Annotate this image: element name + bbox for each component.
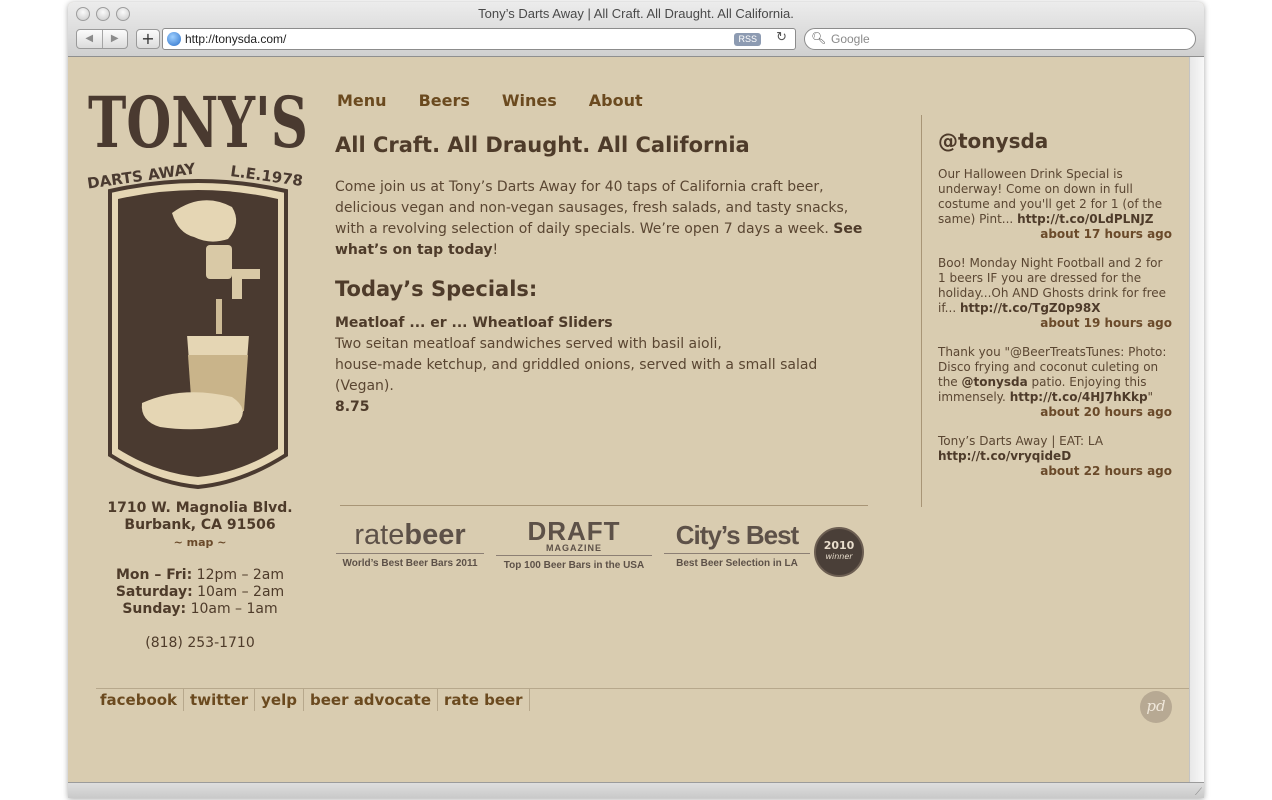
main-content: All Craft. All Draught. All California C… [335,133,865,418]
content-divider [340,505,868,506]
footer-link-facebook[interactable]: facebook [98,689,185,711]
column-divider [921,115,922,507]
hours-row: Mon – Fri: 12pm – 2am [82,567,318,584]
nav-wines[interactable]: Wines [502,91,557,110]
winner-2010-badge: 2010 winner [814,527,864,577]
hours-day: Saturday: [115,584,193,600]
hours-row: Saturday: 10am – 2am [82,584,318,601]
intro-text: Come join us at Tony’s Darts Away for 40… [335,179,849,237]
tweet: Our Halloween Drink Special is underway!… [938,167,1172,242]
specials-heading: Today’s Specials: [335,277,538,301]
special-description-2: house-made ketchup, and griddled onions,… [335,357,818,394]
hours-day: Mon – Fri: [115,567,193,583]
tweet-text: Tony’s Darts Away | EAT: LA [938,434,1104,448]
logo-name: TONY'S [88,81,308,164]
ratebeer-logo-rate: rate [354,519,405,551]
history-buttons: ◀ ▶ [76,29,128,49]
designer-logo-icon[interactable]: pd [1140,691,1172,723]
nav-beers[interactable]: Beers [419,91,470,110]
hours-time: 10am – 2am [197,584,285,600]
search-input[interactable]: Google [831,32,870,46]
on-tap-suffix: ! [492,242,499,258]
hours-row: Sunday: 10am – 1am [82,601,318,618]
vertical-scrollbar[interactable] [1189,57,1204,782]
browser-window: Tony’s Darts Away | All Craft. All Draug… [68,2,1204,798]
phone-number[interactable]: (818) 253-1710 [82,635,318,651]
globe-icon [167,32,181,46]
citysbest-award[interactable]: City’s Best Best Beer Selection in LA [664,519,810,569]
window-title: Tony’s Darts Away | All Craft. All Draug… [478,6,794,21]
citysbest-caption: Best Beer Selection in LA [676,558,798,569]
hours-day: Sunday: [122,601,187,617]
tweet-link[interactable]: http://t.co/4HJ7hKkp [1010,390,1148,404]
holding-hand-icon [141,392,243,430]
footer-link-yelp[interactable]: yelp [255,689,304,711]
footer-links: facebook twitter yelp beer advocate rate… [98,689,530,711]
web-page: TONY'S DARTS AWAY L.E.1978 1710 W. Magno… [68,57,1189,782]
tweet-time[interactable]: about 22 hours ago [938,464,1172,479]
ratebeer-caption: World’s Best Beer Bars 2011 [342,558,478,569]
tonys-logo[interactable]: TONY'S DARTS AWAY L.E.1978 [82,73,314,493]
footer-link-twitter[interactable]: twitter [184,689,256,711]
ratebeer-logo-beer: beer [404,519,466,551]
status-bar: ⟋ [68,782,1204,798]
tweet: Boo! Monday Night Football and 2 for 1 b… [938,256,1172,331]
address-bar[interactable]: http://tonysda.com/ RSS ↻ [162,28,796,50]
tweet-time[interactable]: about 17 hours ago [938,227,1172,242]
hours-time: 10am – 1am [190,601,278,617]
nav-menu[interactable]: Menu [337,91,387,110]
tweet-link-suffix: " [1147,390,1154,404]
main-nav: Menu Beers Wines About [337,91,643,110]
browser-toolbar: Tony’s Darts Away | All Craft. All Draug… [68,2,1204,57]
tap-handle-icon [206,245,232,279]
tweet-link[interactable]: http://t.co/vryqideD [938,449,1071,463]
draft-logo: DRAFT [527,516,621,546]
award-underline [664,553,810,554]
badge-year: 2010 [823,539,855,552]
award-underline [336,553,484,554]
ratebeer-logo: ratebeer [336,519,484,551]
footer-link-beer-advocate[interactable]: beer advocate [304,689,438,711]
tweet: Tony’s Darts Away | EAT: LA http://t.co/… [938,434,1172,479]
tweet-mention[interactable]: @tonysda [962,375,1028,389]
rss-button[interactable]: RSS [734,33,761,46]
tweet: Thank you "@BeerTreatsTunes: Photo: Disc… [938,345,1172,420]
tweet-link[interactable]: http://t.co/TgZ0p98X [960,301,1101,315]
tweet-time[interactable]: about 19 hours ago [938,316,1172,331]
award-underline [496,555,652,556]
beer-stream-icon [216,299,222,339]
resize-grip-icon[interactable]: ⟋ [1195,787,1202,798]
reload-icon[interactable]: ↻ [776,30,787,45]
twitter-handle[interactable]: @tonysda [938,129,1048,153]
footer-link-rate-beer[interactable]: rate beer [438,689,530,711]
address-line-1: 1710 W. Magnolia Blvd. [107,500,293,516]
draft-caption: Top 100 Beer Bars in the USA [503,560,645,571]
badge-sub: winner [825,552,853,561]
special-price: 8.75 [335,399,370,415]
search-bar[interactable]: 🔍︎ Google [804,28,1196,50]
map-link[interactable]: ~ map ~ [82,536,318,549]
hours-block: Mon – Fri: 12pm – 2am Saturday: 10am – 2… [82,567,318,618]
back-arrow-icon[interactable]: ◀ [77,30,102,48]
page-headline: All Craft. All Draught. All California [335,133,750,157]
nav-about[interactable]: About [589,91,643,110]
tweet-time[interactable]: about 20 hours ago [938,405,1172,420]
hours-time: 12pm – 2am [196,567,285,583]
address-block: 1710 W. Magnolia Blvd. Burbank, CA 91506 [82,500,318,534]
intro-paragraph: Come join us at Tony’s Darts Away for 40… [335,177,865,261]
ratebeer-award[interactable]: ratebeer World’s Best Beer Bars 2011 [336,519,484,569]
draft-award[interactable]: DRAFT MAGAZINE Top 100 Beer Bars in the … [496,516,652,571]
citysbest-logo: City’s Best [675,520,799,550]
special-description-1: Two seitan meatloaf sandwiches served wi… [335,336,722,352]
tweet-list: Our Halloween Drink Special is underway!… [938,167,1172,493]
forward-arrow-icon[interactable]: ▶ [101,30,128,48]
add-bookmark-button[interactable]: + [136,29,160,49]
draft-logo-sub: MAGAZINE [546,543,602,553]
special-name: Meatloaf ... er ... Wheatloaf Sliders [335,315,613,331]
address-line-2: Burbank, CA 91506 [124,517,276,533]
search-icon[interactable]: 🔍︎ [811,31,826,45]
tweet-link[interactable]: http://t.co/0LdPLNJZ [1017,212,1153,226]
url-input[interactable]: http://tonysda.com/ [185,32,286,46]
